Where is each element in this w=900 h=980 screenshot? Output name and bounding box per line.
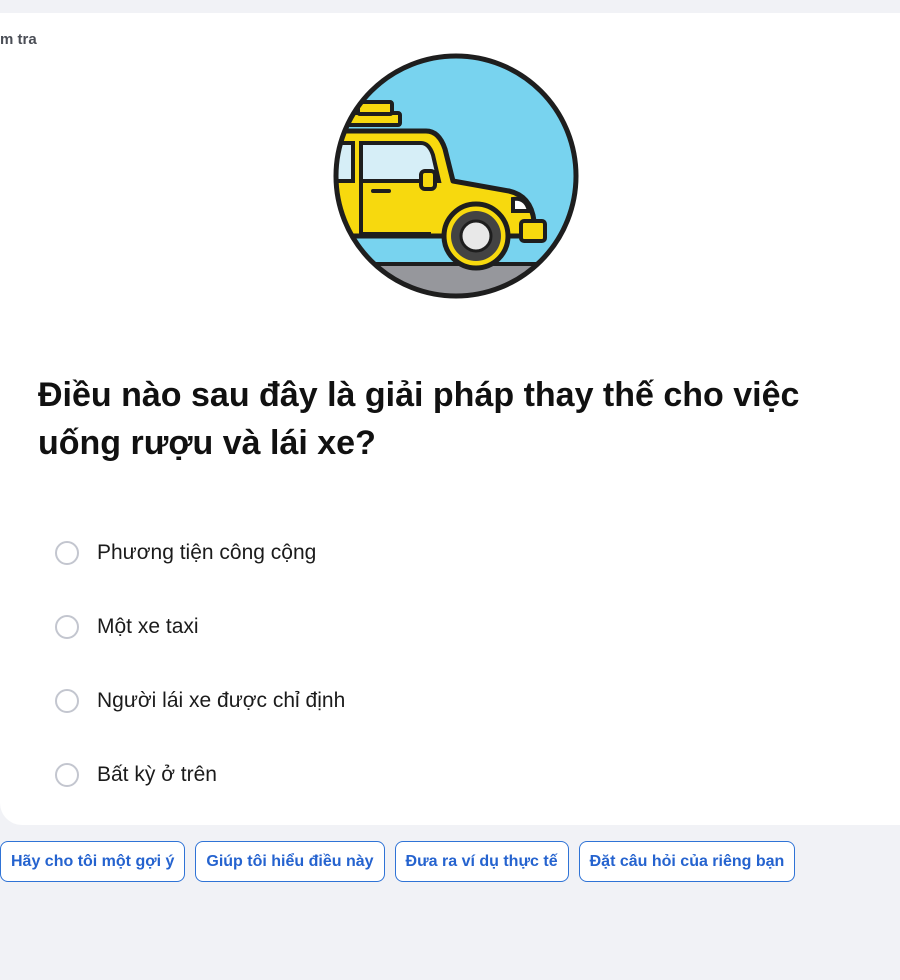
answer-option-label: Phương tiện công cộng bbox=[97, 541, 317, 564]
answer-option-1[interactable]: Phương tiện công cộng bbox=[55, 516, 345, 590]
answer-option-label: Một xe taxi bbox=[97, 615, 199, 638]
question-card: m tra Điều nào sau đây là giải pháp thay… bbox=[0, 13, 900, 825]
answer-option-2[interactable]: Một xe taxi bbox=[55, 590, 345, 664]
radio-button[interactable] bbox=[55, 763, 79, 787]
radio-button[interactable] bbox=[55, 541, 79, 565]
answer-options: Phương tiện công cộng Một xe taxi Người … bbox=[55, 516, 345, 812]
answer-option-label: Người lái xe được chỉ định bbox=[97, 689, 346, 712]
answer-option-3[interactable]: Người lái xe được chỉ định bbox=[55, 664, 345, 738]
answer-option-4[interactable]: Bất kỳ ở trên bbox=[55, 738, 345, 812]
ask-question-button[interactable]: Đặt câu hỏi của riêng bạn bbox=[578, 841, 796, 882]
radio-button[interactable] bbox=[55, 615, 79, 639]
example-button[interactable]: Đưa ra ví dụ thực tế bbox=[394, 841, 569, 882]
radio-button[interactable] bbox=[55, 689, 79, 713]
hint-button[interactable]: Hãy cho tôi một gợi ý bbox=[0, 841, 186, 882]
taxi-car-illustration bbox=[333, 53, 579, 299]
answer-option-label: Bất kỳ ở trên bbox=[97, 763, 217, 786]
help-chips: Hãy cho tôi một gợi ý Giúp tôi hiểu điều… bbox=[0, 841, 796, 882]
card-label: m tra bbox=[0, 31, 37, 48]
question-text: Điều nào sau đây là giải pháp thay thế c… bbox=[38, 376, 800, 462]
explain-button[interactable]: Giúp tôi hiểu điều này bbox=[195, 841, 385, 882]
